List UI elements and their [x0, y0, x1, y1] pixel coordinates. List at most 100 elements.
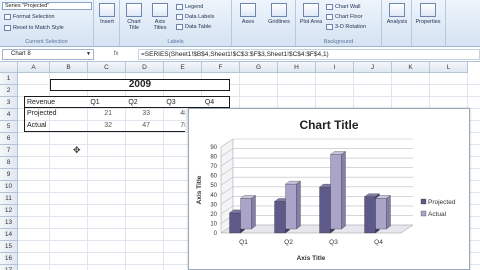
analysis-icon	[389, 3, 405, 17]
row-header-15[interactable]: 15	[0, 241, 18, 253]
row-header-14[interactable]: 14	[0, 229, 18, 241]
q1-header-cell[interactable]: Q1	[76, 96, 114, 108]
column-header-c[interactable]: C	[88, 62, 126, 73]
row-header-3[interactable]: 3	[0, 97, 18, 109]
chevron-down-icon[interactable]: ▼	[86, 50, 91, 59]
chart-wall-button[interactable]: Chart Wall	[326, 2, 360, 11]
properties-button[interactable]: Properties	[415, 3, 441, 37]
y-tick-label: 80	[210, 155, 217, 161]
name-box[interactable]: Chart 8 ▼	[2, 48, 94, 60]
column-header-f[interactable]: F	[202, 62, 240, 73]
row-header-4[interactable]: 4	[0, 109, 18, 121]
actual-q1-cell[interactable]: 32	[76, 120, 114, 132]
bar-actual-q1	[240, 198, 252, 230]
chart-title-button[interactable]: Chart Title	[122, 3, 146, 37]
row-header-13[interactable]: 13	[0, 217, 18, 229]
chart-tools-ribbon: Series "Projected" Format Selection Rese…	[0, 0, 480, 47]
row-header-16[interactable]: 16	[0, 253, 18, 265]
gridlines-button[interactable]: Gridlines	[264, 3, 294, 37]
insert-group: Insert	[94, 0, 120, 46]
column-header-k[interactable]: K	[392, 62, 430, 73]
column-header-h[interactable]: H	[278, 62, 316, 73]
column-header-i[interactable]: I	[316, 62, 354, 73]
rotation-icon	[326, 23, 333, 30]
data-labels-button[interactable]: Data Labels	[176, 12, 214, 21]
format-selection-button[interactable]: Format Selection	[4, 12, 55, 21]
column-header-l[interactable]: L	[430, 62, 468, 73]
chart-wall-icon	[326, 3, 333, 10]
projected-q1-cell[interactable]: 21	[76, 108, 114, 120]
row-header-11[interactable]: 11	[0, 193, 18, 205]
legend-swatch-projected	[420, 198, 427, 205]
chart-title-icon	[126, 3, 142, 17]
bar-actual-q3	[330, 154, 342, 230]
labels-group-label: Labels	[167, 39, 184, 45]
actual-q2-cell[interactable]: 47	[114, 120, 152, 132]
y-tick-label: 70	[210, 164, 217, 170]
bar-side-actual-q4	[386, 195, 391, 230]
excel-window: Series "Projected" Format Selection Rese…	[0, 0, 480, 270]
background-group-label: Background	[323, 39, 354, 45]
axes-group: Axes Gridlines	[232, 0, 296, 46]
legend-button[interactable]: Legend	[176, 2, 203, 11]
column-header-e[interactable]: E	[164, 62, 202, 73]
y-tick-label: 40	[210, 193, 217, 199]
row-header-10[interactable]: 10	[0, 181, 18, 193]
q2-header-cell[interactable]: Q2	[114, 96, 152, 108]
row-header-2[interactable]: 2	[0, 85, 18, 97]
row-header-17[interactable]: 17	[0, 265, 18, 270]
axis-titles-button[interactable]: Axis Titles	[148, 3, 172, 37]
row-header-9[interactable]: 9	[0, 169, 18, 181]
axes-button[interactable]: Axes	[236, 3, 260, 37]
y-tick-label: 60	[210, 174, 217, 180]
row-header-12[interactable]: 12	[0, 205, 18, 217]
row-header-7[interactable]: 7	[0, 145, 18, 157]
column-header-d[interactable]: D	[126, 62, 164, 73]
legend-icon	[176, 3, 183, 10]
legend-label-actual: Actual	[428, 211, 447, 218]
row-header-1[interactable]: 1	[0, 73, 18, 85]
3d-rotation-button[interactable]: 3-D Rotation	[326, 22, 366, 31]
column-header-g[interactable]: G	[240, 62, 278, 73]
select-all-corner[interactable]	[0, 62, 18, 73]
y-tick-label: 30	[210, 202, 217, 208]
insert-button[interactable]: Insert	[95, 3, 119, 37]
analysis-button[interactable]: Analysis	[385, 3, 409, 37]
reset-to-match-style-button[interactable]: Reset to Match Style	[4, 23, 64, 32]
axes-icon	[240, 3, 256, 17]
plot-area-icon	[303, 3, 319, 17]
projected-q2-cell[interactable]: 33	[114, 108, 152, 120]
bar-actual-q4	[375, 198, 387, 230]
q4-header-cell[interactable]: Q4	[190, 96, 230, 108]
chart-floor-button[interactable]: Chart Floor	[326, 12, 363, 21]
column-header-b[interactable]: B	[50, 62, 88, 73]
column-header-j[interactable]: J	[354, 62, 392, 73]
legend-label-projected: Projected	[428, 199, 456, 206]
background-group: Plot Area Chart Wall Chart Floor 3-D Rot…	[296, 0, 382, 46]
row-header-8[interactable]: 8	[0, 157, 18, 169]
y-gridline	[220, 157, 413, 167]
axis-titles-icon	[152, 3, 168, 17]
column-header-a[interactable]: A	[18, 62, 50, 73]
row-header-5[interactable]: 5	[0, 121, 18, 133]
chart-plot-svg[interactable]: 0 10 20 30 40 50 60 70 80 90 Q1 Q2 Q3 Q4 Axis Title Axi…	[189, 109, 471, 270]
plot-area-button[interactable]: Plot Area	[299, 3, 323, 37]
projected-label-cell[interactable]: Projected	[24, 108, 76, 120]
row-header-6[interactable]: 6	[0, 133, 18, 145]
data-table-button[interactable]: Data Table	[176, 22, 211, 31]
chart-elements-dropdown[interactable]: Series "Projected"	[2, 2, 92, 10]
properties-icon	[420, 3, 436, 17]
data-table-icon	[176, 23, 183, 30]
revenue-header-cell[interactable]: Revenue	[24, 96, 76, 108]
chart-floor-icon	[326, 13, 333, 20]
year-title-cell[interactable]: 2009	[50, 79, 230, 91]
labels-group: Chart Title Axis Titles Legend Data Labe…	[120, 0, 232, 46]
fx-icon[interactable]: fx	[94, 51, 138, 57]
chart-object[interactable]: Chart Title 0 10 20 30 40 50 60 70 80 90 Q1 Q2 Q3 Q4 A…	[188, 108, 470, 270]
y-tick-label: 20	[210, 212, 217, 218]
y-tick-label: 90	[210, 145, 217, 151]
actual-label-cell[interactable]: Actual	[24, 120, 76, 132]
bar-projected-q3	[319, 186, 331, 234]
formula-input[interactable]: =SERIES(Sheet1!$B$4,Sheet1!$C$3:$F$3,She…	[138, 48, 480, 60]
q3-header-cell[interactable]: Q3	[152, 96, 190, 108]
